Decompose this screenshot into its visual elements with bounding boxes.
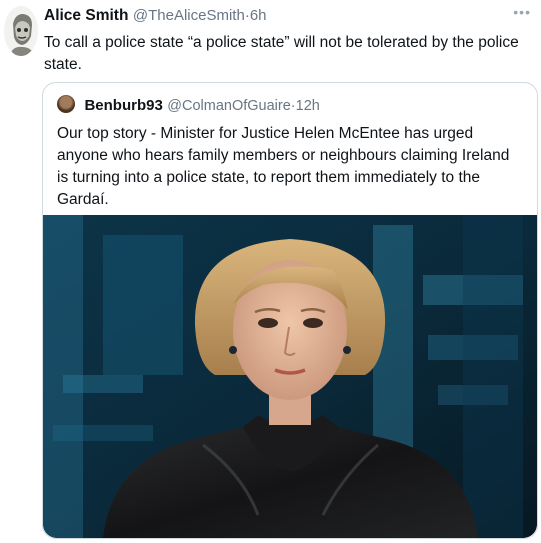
quoted-author-avatar[interactable] [57, 95, 75, 113]
quoted-tweet-image[interactable] [43, 215, 537, 538]
tweet-text: To call a police state “a police state” … [44, 34, 519, 73]
quoted-tweet-time[interactable]: 12h [296, 98, 320, 114]
author-avatar[interactable] [4, 6, 38, 56]
quoted-author-name[interactable]: Benburb93 [84, 97, 162, 114]
more-options-icon[interactable]: ••• [513, 4, 531, 20]
tweet-time[interactable]: 6h [250, 7, 267, 24]
quoted-tweet-header: Benburb93 @ColmanOfGuaire·12h [57, 95, 320, 115]
author-handle[interactable]: @TheAliceSmith [133, 7, 245, 24]
quoted-tweet-card[interactable]: Benburb93 @ColmanOfGuaire·12h Our top st… [42, 82, 538, 539]
author-name[interactable]: Alice Smith [44, 7, 128, 24]
quoted-tweet-text: Our top story - Minister for Justice Hel… [57, 125, 510, 208]
tweet-header: Alice Smith @TheAliceSmith·6h [44, 7, 529, 27]
quoted-author-handle[interactable]: @ColmanOfGuaire [167, 98, 291, 114]
